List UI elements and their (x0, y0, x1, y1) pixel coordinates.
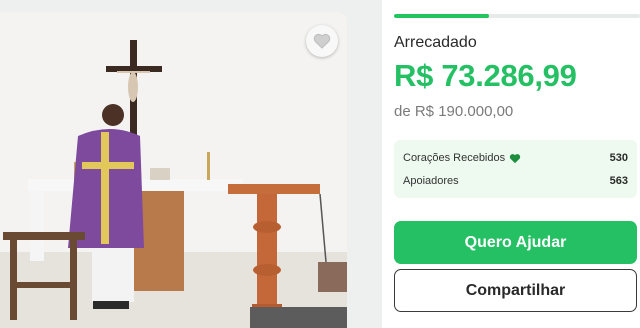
help-button[interactable]: Quero Ajudar (394, 221, 637, 264)
donation-card: Arrecadado R$ 73.286,99 de R$ 190.000,00… (382, 0, 640, 328)
stat-row-hearts: Corações Recebidos 530 (403, 149, 628, 167)
campaign-photo (0, 12, 347, 328)
goal-text: de R$ 190.000,00 (394, 103, 514, 120)
heart-icon (509, 153, 521, 163)
top-strip (0, 0, 347, 12)
stats-box: Corações Recebidos 530 Apoiadores 563 (394, 140, 637, 198)
stat-supporters-label: Apoiadores (403, 175, 459, 187)
stat-supporters-value: 563 (609, 175, 628, 187)
progress-fill (394, 14, 489, 18)
share-button[interactable]: Compartilhar (394, 269, 637, 312)
stat-row-supporters: Apoiadores 563 (403, 172, 628, 190)
heart-outline-icon (313, 33, 331, 49)
raised-amount: R$ 73.286,99 (394, 58, 577, 93)
campaign-page: Arrecadado R$ 73.286,99 de R$ 190.000,00… (0, 0, 640, 328)
stat-hearts-value: 530 (609, 152, 628, 164)
stat-hearts-label: Corações Recebidos (403, 152, 506, 164)
raised-label: Arrecadado (394, 34, 477, 51)
chapel-altar-photo (0, 12, 347, 328)
stat-hearts-name: Corações Recebidos (403, 152, 521, 164)
favorite-button[interactable] (306, 25, 338, 57)
progress-bar (394, 14, 640, 18)
